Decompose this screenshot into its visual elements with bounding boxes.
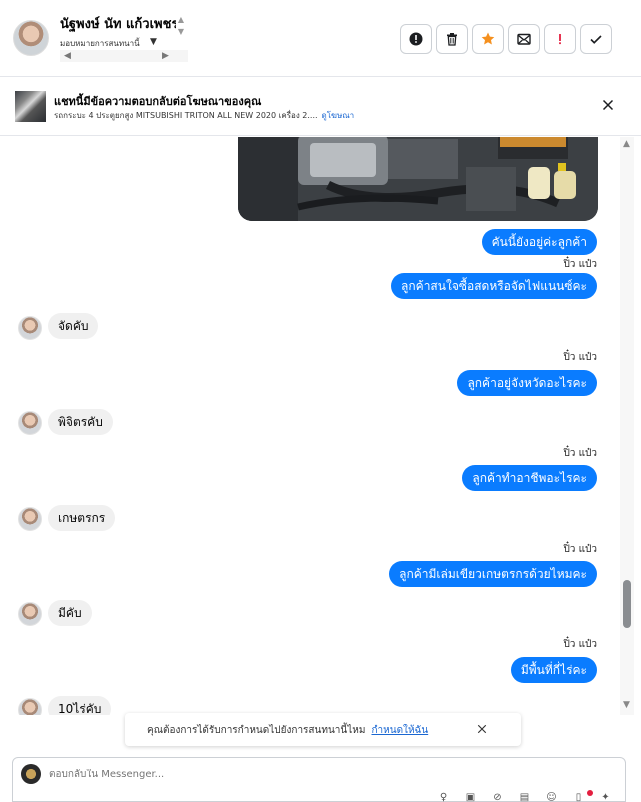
add-person-icon[interactable]: ♀ — [437, 792, 450, 802]
scroll-left-arrow-icon[interactable]: ◀ — [64, 51, 71, 61]
assign-notice-toast: คุณต้องการได้รับการกำหนดไปยังการสนทนานี้… — [125, 713, 521, 746]
star-icon — [481, 32, 495, 45]
close-icon — [477, 724, 487, 734]
sender-name: ปิ๋ว แป๋ว — [563, 259, 597, 270]
emoji-icon[interactable]: ☺ — [545, 792, 558, 802]
magic-icon[interactable]: ✦ — [599, 792, 612, 802]
sender-name: ปิ๋ว แป๋ว — [563, 352, 597, 363]
sender-name: ปิ๋ว แป๋ว — [563, 448, 597, 459]
shared-car-photo[interactable] — [238, 137, 598, 221]
flag-button[interactable] — [544, 24, 576, 54]
assign-conversation-label[interactable]: มอบหมายการสนทนานี้ — [60, 37, 140, 50]
incoming-message[interactable]: จัดคับ — [48, 313, 99, 339]
contact-avatar[interactable] — [18, 507, 42, 531]
envelope-icon — [517, 33, 531, 45]
sender-name: ปิ๋ว แป๋ว — [563, 544, 597, 555]
ad-thumbnail[interactable] — [15, 91, 46, 122]
outgoing-message[interactable]: ลูกค้าสนใจซื้อสดหรือจัดไฟแนนซ์คะ — [391, 273, 597, 299]
conversation-header: นัฐพงษ์ นัท แก้วเพชร ▲ ▼ มอบหมายการสนทนา… — [0, 0, 641, 77]
outgoing-message[interactable]: ลูกค้าอยู่จังหวัดอะไรคะ — [457, 370, 597, 396]
assign-to-me-link[interactable]: กำหนดให้ฉัน — [371, 725, 428, 736]
attachment-icon[interactable]: ⊘ — [491, 792, 504, 802]
close-icon — [602, 99, 614, 111]
delete-button[interactable] — [436, 24, 468, 54]
chevron-down-icon[interactable]: ▼ — [150, 37, 157, 47]
saved-reply-icon[interactable]: ▤ — [518, 792, 531, 802]
composer-toolbar: ♀ ▣ ⊘ ▤ ☺ ▯ ✦ — [437, 792, 612, 802]
mark-unread-button[interactable] — [508, 24, 540, 54]
close-notice-button[interactable] — [475, 722, 489, 736]
contact-avatar[interactable] — [18, 698, 42, 715]
contact-avatar[interactable] — [18, 411, 42, 435]
message-thread[interactable]: คันนี้ยังอยู่ค่ะลูกค้า ปิ๋ว แป๋ว ลูกค้าส… — [0, 137, 641, 715]
outgoing-message[interactable]: มีพื้นที่กี่ไร่คะ — [510, 657, 597, 683]
engine-image-icon — [238, 137, 598, 221]
sticker-icon[interactable]: ▯ — [572, 792, 585, 802]
outgoing-message[interactable]: ลูกค้ามีเล่มเขียวเกษตรกรด้วยไหมคะ — [389, 561, 597, 587]
ad-banner-title: แชทนี้มีข้อความตอบกลับต่อโฆษณาของคุณ — [54, 95, 262, 108]
scroll-right-arrow-icon[interactable]: ▶ — [162, 51, 169, 61]
alert-circle-icon — [409, 32, 423, 46]
star-button[interactable] — [472, 24, 504, 54]
sender-name: ปิ๋ว แป๋ว — [563, 639, 597, 650]
horizontal-scrollbar[interactable]: ◀ ▶ — [60, 50, 188, 62]
page-avatar — [21, 764, 41, 784]
scrollbar-thumb[interactable] — [623, 580, 631, 628]
ad-banner-subtitle: รถกระบะ 4 ประตูยกสูง MITSUBISHI TRITON A… — [54, 109, 354, 122]
close-banner-button[interactable] — [599, 96, 617, 114]
reply-input[interactable] — [49, 769, 349, 780]
incoming-message[interactable]: พิจิตรคับ — [48, 409, 113, 435]
incoming-message[interactable]: มีคับ — [48, 600, 92, 626]
done-button[interactable] — [580, 24, 612, 54]
incoming-message[interactable]: เกษตรกร — [48, 505, 116, 531]
shopping-bag-icon[interactable]: ▣ — [464, 792, 477, 802]
thread-scrollbar[interactable]: ▲ ▼ — [620, 137, 634, 715]
contact-name[interactable]: นัฐพงษ์ นัท แก้วเพชร — [60, 13, 176, 34]
incoming-message[interactable]: 10ไร่คับ — [48, 696, 112, 715]
contact-avatar[interactable] — [13, 20, 49, 56]
assign-notice: คุณต้องการได้รับการกำหนดไปยังการสนทนานี้… — [147, 723, 428, 738]
notification-dot — [587, 790, 593, 796]
scroll-up-arrow-icon[interactable]: ▲ — [176, 14, 186, 26]
scroll-down-arrow-icon[interactable]: ▼ — [623, 700, 630, 710]
reply-composer: ♀ ▣ ⊘ ▤ ☺ ▯ ✦ — [12, 757, 626, 802]
assign-notice-text: คุณต้องการได้รับการกำหนดไปยังการสนทนานี้… — [147, 725, 366, 736]
contact-avatar[interactable] — [18, 602, 42, 626]
ad-description: รถกระบะ 4 ประตูยกสูง MITSUBISHI TRITON A… — [54, 111, 318, 120]
contact-avatar[interactable] — [18, 316, 42, 340]
view-ad-link[interactable]: ดูโฆษณา — [322, 111, 355, 120]
outgoing-message[interactable]: คันนี้ยังอยู่ค่ะลูกค้า — [481, 229, 597, 255]
ad-reply-banner: แชทนี้มีข้อความตอบกลับต่อโฆษณาของคุณ รถก… — [0, 78, 641, 136]
scroll-down-arrow-icon[interactable]: ▼ — [176, 26, 186, 38]
check-icon — [590, 35, 602, 44]
scroll-up-arrow-icon[interactable]: ▲ — [623, 139, 630, 149]
exclamation-icon — [559, 34, 561, 45]
trash-icon — [447, 33, 457, 46]
outgoing-message[interactable]: ลูกค้าทำอาชีพอะไรคะ — [462, 465, 597, 491]
name-scrollbar[interactable]: ▲ ▼ — [176, 14, 186, 50]
spam-button[interactable] — [400, 24, 432, 54]
